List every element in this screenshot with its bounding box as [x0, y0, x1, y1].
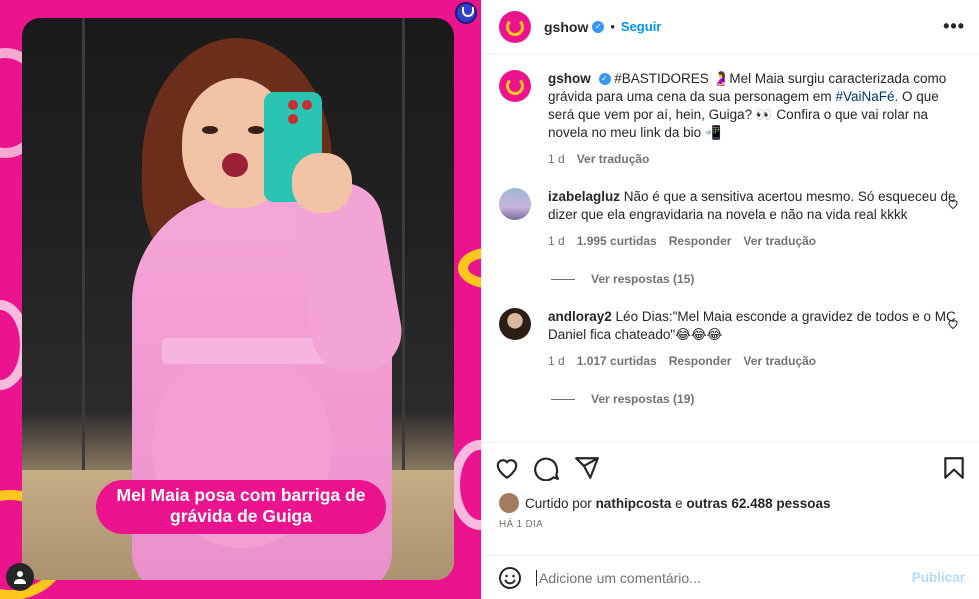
comment-item: izabelagluz Não é que a sensitiva acerto…: [499, 188, 963, 250]
person-hand: [292, 153, 352, 213]
commenter-username[interactable]: izabelagluz: [548, 189, 620, 204]
follow-button[interactable]: Seguir: [621, 19, 661, 34]
comment-time: 1 d: [548, 234, 565, 248]
post-timestamp[interactable]: HÁ 1 DIA: [482, 513, 979, 530]
publish-button[interactable]: Publicar: [912, 570, 965, 585]
reply-button[interactable]: Responder: [669, 352, 732, 370]
commenter-avatar[interactable]: [499, 308, 531, 340]
view-replies-label: Ver respostas (19): [591, 392, 695, 406]
separator-dot: •: [610, 19, 615, 34]
likes-conjunction: e: [675, 495, 683, 511]
caption-username[interactable]: gshow: [548, 71, 591, 86]
verified-icon: ✓: [598, 73, 611, 86]
comment-time: 1 d: [548, 354, 565, 368]
more-options-button[interactable]: •••: [943, 16, 965, 37]
image-caption-banner: Mel Maia posa com barriga de grávida de …: [96, 480, 386, 534]
dress-belt: [162, 338, 332, 364]
phone-camera: [288, 114, 298, 124]
decorative-ring: [450, 440, 481, 530]
gshow-logo-icon: [506, 77, 524, 95]
comments-section[interactable]: gshow ✓ #BASTIDORES 🤰Mel Maia surgiu car…: [482, 54, 979, 443]
user-tag-button[interactable]: [6, 563, 34, 591]
view-replies-label: Ver respostas (15): [591, 272, 695, 286]
comment-translate-button[interactable]: Ver tradução: [743, 352, 816, 370]
post-actions-bar: [482, 443, 979, 493]
commenter-avatar[interactable]: [499, 188, 531, 220]
verified-icon: ✓: [592, 20, 605, 33]
liker-avatar[interactable]: [499, 493, 519, 513]
share-icon[interactable]: [574, 455, 600, 481]
add-comment-bar: Publicar: [482, 555, 979, 599]
comment-input[interactable]: [536, 569, 912, 586]
emoji-icon[interactable]: [498, 566, 522, 590]
author-username[interactable]: gshow: [544, 19, 588, 35]
comment-likes[interactable]: 1.017 curtidas: [577, 352, 657, 370]
wall-line: [82, 18, 85, 480]
gshow-logo-icon: [506, 17, 524, 36]
comment-icon[interactable]: [534, 455, 560, 481]
replies-line: [551, 398, 575, 400]
brand-corner-badge: [455, 2, 477, 24]
comment-translate-button[interactable]: Ver tradução: [743, 232, 816, 250]
commenter-username[interactable]: andloray2: [548, 309, 612, 324]
comment-like-heart-icon[interactable]: [947, 318, 959, 330]
decorative-ring: [458, 248, 481, 288]
phone-camera: [288, 100, 298, 110]
heart-icon[interactable]: [494, 455, 520, 481]
comment-likes[interactable]: 1.995 curtidas: [577, 232, 657, 250]
person-eye: [248, 126, 264, 134]
caption-avatar[interactable]: [499, 70, 531, 102]
hashtag-link[interactable]: #VaiNaFé: [835, 89, 894, 104]
replies-line: [551, 278, 575, 280]
bookmark-icon[interactable]: [941, 455, 967, 481]
likes-others-link[interactable]: outras 62.488 pessoas: [686, 496, 830, 511]
comment-like-heart-icon[interactable]: [947, 198, 959, 210]
person-mouth: [222, 153, 248, 177]
phone-camera: [302, 100, 312, 110]
wall-line: [402, 18, 405, 480]
post-side-panel: gshow ✓ • Seguir ••• gshow ✓ #BASTIDORES…: [481, 0, 979, 599]
post-header: gshow ✓ • Seguir •••: [482, 0, 979, 54]
person-eye: [202, 126, 218, 134]
author-avatar[interactable]: [499, 10, 531, 43]
view-replies-button[interactable]: Ver respostas (15): [551, 272, 963, 286]
post-image[interactable]: Mel Maia posa com barriga de grávida de …: [0, 0, 481, 599]
liker-username[interactable]: nathipcosta: [596, 496, 672, 511]
reply-button[interactable]: Responder: [669, 232, 732, 250]
caption-translate-button[interactable]: Ver tradução: [577, 150, 650, 168]
user-tag-icon: [14, 571, 26, 584]
likes-prefix: Curtido por: [525, 495, 592, 511]
post-caption: gshow ✓ #BASTIDORES 🤰Mel Maia surgiu car…: [499, 70, 963, 168]
likes-summary: Curtido por nathipcosta e outras 62.488 …: [482, 493, 979, 513]
comment-item: andloray2 Léo Dias:"Mel Maia esconde a g…: [499, 308, 963, 370]
caption-time: 1 d: [548, 152, 565, 166]
view-replies-button[interactable]: Ver respostas (19): [551, 392, 963, 406]
